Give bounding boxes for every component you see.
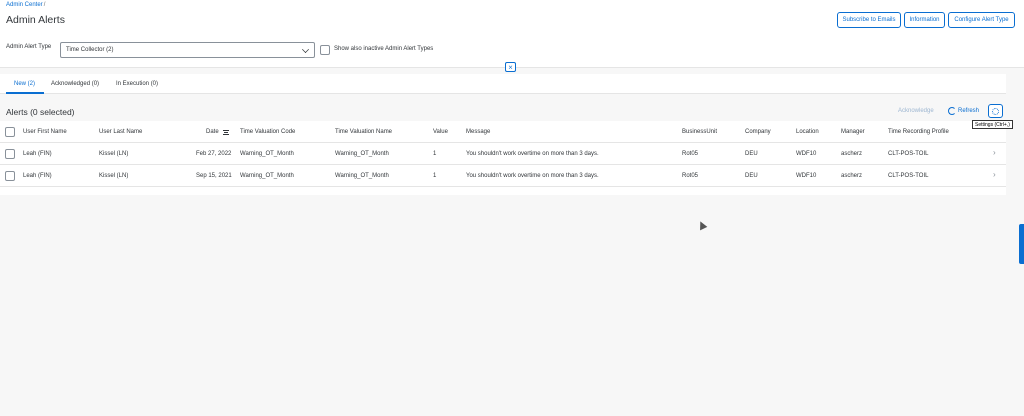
column-header[interactable]: Message xyxy=(466,129,490,135)
subscribe-emails-button[interactable]: Subscribe to Emails xyxy=(837,12,901,28)
table-row[interactable]: Leah (FIN) Kissel (LN) Sep 15, 2021 Warn… xyxy=(0,165,1006,187)
cell-location: WDF10 xyxy=(796,151,817,157)
row-checkbox[interactable] xyxy=(5,171,15,181)
show-inactive-checkbox[interactable] xyxy=(320,45,330,55)
alerts-table: User First Name User Last Name Date Time… xyxy=(0,121,1006,195)
page-header: Admin Center/ Admin Alerts Subscribe to … xyxy=(0,0,1024,68)
cell-company: DEU xyxy=(745,173,758,179)
cell-valuation-name: Warning_OT_Month xyxy=(335,173,389,179)
column-header[interactable]: Location xyxy=(796,129,819,135)
mouse-cursor-icon xyxy=(696,219,708,231)
side-panel-handle[interactable] xyxy=(1019,224,1024,264)
column-header[interactable]: BusinessUnit xyxy=(682,129,717,135)
chevron-right-icon[interactable]: › xyxy=(993,170,996,179)
row-checkbox[interactable] xyxy=(5,149,15,159)
cell-message: You shouldn't work overtime on more than… xyxy=(466,151,599,157)
pin-header-icon[interactable]: ⨯ xyxy=(505,62,516,72)
tab-bar: New (2) Acknowledged (0) In Execution (0… xyxy=(0,74,1006,94)
column-header[interactable]: Time Valuation Code xyxy=(240,129,295,135)
show-inactive-label: Show also inactive Admin Alert Types xyxy=(334,46,434,52)
cell-last-name: Kissel (LN) xyxy=(99,151,129,157)
gear-icon xyxy=(992,107,999,115)
breadcrumb-admin-center[interactable]: Admin Center xyxy=(6,2,43,8)
select-all-checkbox[interactable] xyxy=(5,127,15,137)
cell-valuation-code: Warning_OT_Month xyxy=(240,173,294,179)
cell-business-unit: Rot05 xyxy=(682,151,699,157)
breadcrumb-separator: / xyxy=(43,2,46,8)
chevron-down-icon[interactable] xyxy=(302,46,309,53)
column-header[interactable]: Value xyxy=(433,129,448,135)
tab-new[interactable]: New (2) xyxy=(14,81,35,87)
cell-value: 1 xyxy=(433,151,437,157)
cell-date: Feb 27, 2022 xyxy=(196,151,232,157)
acknowledge-button[interactable]: Acknowledge xyxy=(898,108,934,114)
cell-last-name: Kissel (LN) xyxy=(99,173,129,179)
chevron-right-icon[interactable]: › xyxy=(993,148,996,157)
column-header-date[interactable]: Date xyxy=(206,129,219,135)
admin-alert-type-value: Time Collector (2) xyxy=(66,47,114,53)
cell-recording-profile: CLT-POS-TOIL xyxy=(888,151,929,157)
tab-acknowledged[interactable]: Acknowledged (0) xyxy=(51,81,99,87)
settings-button[interactable] xyxy=(988,104,1003,118)
sort-icon[interactable] xyxy=(223,130,229,135)
column-header[interactable]: User First Name xyxy=(23,129,67,135)
active-tab-indicator xyxy=(6,92,44,94)
column-header[interactable]: Company xyxy=(745,129,771,135)
admin-alert-type-select[interactable]: Time Collector (2) xyxy=(60,42,315,58)
cell-recording-profile: CLT-POS-TOIL xyxy=(888,173,929,179)
configure-alert-type-button[interactable]: Configure Alert Type xyxy=(948,12,1015,28)
refresh-icon[interactable] xyxy=(948,107,956,115)
column-header[interactable]: Time Recording Profile xyxy=(888,129,949,135)
column-header[interactable]: Manager xyxy=(841,129,865,135)
cell-location: WDF10 xyxy=(796,173,817,179)
cell-first-name: Leah (FIN) xyxy=(23,151,52,157)
cell-valuation-name: Warning_OT_Month xyxy=(335,151,389,157)
cell-business-unit: Rot05 xyxy=(682,173,699,179)
page-title: Admin Alerts xyxy=(6,14,65,26)
alerts-count-title: Alerts (0 selected) xyxy=(6,107,75,117)
cell-company: DEU xyxy=(745,151,758,157)
breadcrumb[interactable]: Admin Center/ xyxy=(6,2,45,8)
column-header[interactable]: User Last Name xyxy=(99,129,142,135)
cell-first-name: Leah (FIN) xyxy=(23,173,52,179)
cell-valuation-code: Warning_OT_Month xyxy=(240,151,294,157)
tab-in-execution[interactable]: In Execution (0) xyxy=(116,81,158,87)
cell-manager: ascherz xyxy=(841,151,863,157)
cell-date: Sep 15, 2021 xyxy=(196,173,232,179)
cell-value: 1 xyxy=(433,173,437,179)
cell-manager: ascherz xyxy=(841,173,863,179)
cell-message: You shouldn't work overtime on more than… xyxy=(466,173,599,179)
information-button[interactable]: Information xyxy=(904,12,945,28)
admin-alert-type-label: Admin Alert Type xyxy=(6,44,52,50)
settings-tooltip: Settings (Ctrl+,) xyxy=(972,120,1013,129)
table-header: User First Name User Last Name Date Time… xyxy=(0,121,1006,143)
refresh-button[interactable]: Refresh xyxy=(958,108,979,114)
column-header[interactable]: Time Valuation Name xyxy=(335,129,392,135)
table-row[interactable]: Leah (FIN) Kissel (LN) Feb 27, 2022 Warn… xyxy=(0,143,1006,165)
